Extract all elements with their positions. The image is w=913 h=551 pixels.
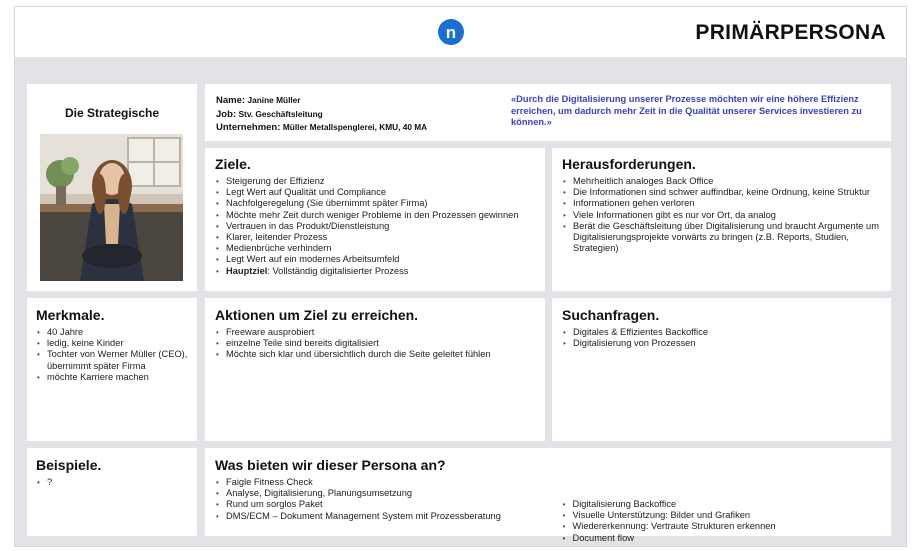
company-value: Müller Metallspenglerei, KMU, 40 MA xyxy=(282,122,428,132)
persona-details: Name: Janine Müller Job: Stv. Geschäftsl… xyxy=(216,94,427,135)
list-item: Freeware ausprobiert xyxy=(215,327,535,338)
list-item: Digitalisierung von Prozessen xyxy=(562,338,881,349)
list-item: Möchte mehr Zeit durch weniger Probleme … xyxy=(215,210,535,221)
list-item: Visuelle Unterstützung: Bilder und Grafi… xyxy=(561,510,881,521)
search-queries-title: Suchanfragen. xyxy=(562,307,660,323)
list-item: Rund um sorglos Paket xyxy=(215,499,561,510)
list-item: Mehrheitlich analoges Back Office xyxy=(562,176,881,187)
list-item: einzelne Teile sind bereits digitalisier… xyxy=(215,338,535,349)
actions-title: Aktionen um Ziel zu erreichen. xyxy=(215,307,419,323)
actions-card: Aktionen um Ziel zu erreichen. Freeware … xyxy=(205,298,545,441)
list-item: Legt Wert auf ein modernes Arbeitsumfeld xyxy=(215,254,535,265)
list-item: Klarer, leitender Prozess xyxy=(215,232,535,243)
list-item: Informationen gehen verloren xyxy=(562,198,881,209)
header: n PRIMÄRPERSONA xyxy=(15,7,906,58)
list-item: Medienbrüche verhindern xyxy=(215,243,535,254)
traits-title: Merkmale. xyxy=(36,307,105,323)
actions-list: Freeware ausprobiert einzelne Teile sind… xyxy=(215,327,535,361)
list-item: Berät die Geschäftsleitung über Digitali… xyxy=(562,221,881,255)
name-value: Janine Müller xyxy=(247,95,301,105)
challenges-card: Herausforderungen. Mehrheitlich analoges… xyxy=(552,148,891,291)
goals-title: Ziele. xyxy=(215,156,251,172)
list-item: Faigle Fitness Check xyxy=(215,477,561,488)
examples-title: Beispiele. xyxy=(36,457,102,473)
job-label: Job: xyxy=(216,108,237,120)
main-goal-item: Hauptziel: Vollständig digitalisierter P… xyxy=(215,266,535,277)
list-item: Tochter von Werner Müller (CEO), übernim… xyxy=(36,349,188,371)
search-queries-list: Digitales & Effizientes Backoffice Digit… xyxy=(562,327,881,350)
name-label: Name: xyxy=(216,95,246,106)
brand-logo-icon: n xyxy=(438,19,464,45)
list-item: ? xyxy=(36,477,188,488)
list-item: Analyse, Digitalisierung, Planungsumsetz… xyxy=(215,488,561,499)
list-item: Digitalisierung Backoffice xyxy=(561,499,881,510)
offerings-list-left: Faigle Fitness Check Analyse, Digitalisi… xyxy=(215,477,561,544)
list-item: Wiedererkennung: Vertraute Strukturen er… xyxy=(561,521,881,532)
list-item: Document flow xyxy=(561,533,881,544)
list-item: möchte Karriere machen xyxy=(36,372,188,383)
list-item: Die Informationen sind schwer auffindbar… xyxy=(562,187,881,198)
offerings-list-right: Digitalisierung Backoffice Visuelle Unte… xyxy=(561,477,881,544)
job-row: Job: Stv. Geschäftsleitung xyxy=(216,108,427,122)
page-title: PRIMÄRPERSONA xyxy=(695,21,886,44)
list-item: Steigerung der Effizienz xyxy=(215,176,535,187)
persona-quote: «Durch die Digitalisierung unserer Proze… xyxy=(511,94,862,127)
search-queries-card: Suchanfragen. Digitales & Effizientes Ba… xyxy=(552,298,891,441)
company-row: Unternehmen: Müller Metallspenglerei, KM… xyxy=(216,121,427,135)
persona-photo-illustration xyxy=(40,134,183,281)
main-goal-text: : Vollständig digitalisierter Prozess xyxy=(267,265,409,276)
goals-card: Ziele. Steigerung der Effizienz Legt Wer… xyxy=(205,148,545,291)
traits-card: Merkmale. 40 Jahre ledig, keine Kinder T… xyxy=(27,298,197,441)
job-value: Stv. Geschäftsleitung xyxy=(238,108,323,119)
persona-board: n PRIMÄRPERSONA Die Strategische Name: J… xyxy=(14,6,907,547)
challenges-title: Herausforderungen. xyxy=(562,156,696,172)
persona-label: Die Strategische xyxy=(64,106,160,120)
list-item: ledig, keine Kinder xyxy=(36,338,188,349)
list-item: Digitales & Effizientes Backoffice xyxy=(562,327,881,338)
list-item: Möchte sich klar und übersichtlich durch… xyxy=(215,349,535,360)
list-item: Nachfolgeregelung (Sie übernimmt später … xyxy=(215,198,535,209)
company-label: Unternehmen: xyxy=(216,122,281,133)
offerings-card: Was bieten wir dieser Persona an? Faigle… xyxy=(205,448,891,544)
traits-list: 40 Jahre ledig, keine Kinder Tochter von… xyxy=(36,327,188,383)
persona-info-card: Name: Janine Müller Job: Stv. Geschäftsl… xyxy=(205,84,891,141)
examples-card: Beispiele. ? xyxy=(27,448,197,536)
list-item: DMS/ECM – Dokument Management System mit… xyxy=(215,511,561,522)
offerings-title: Was bieten wir dieser Persona an? xyxy=(215,457,446,473)
challenges-list: Mehrheitlich analoges Back Office Die In… xyxy=(562,176,881,254)
persona-photo xyxy=(40,134,183,281)
main-goal-label: Hauptziel xyxy=(226,265,268,276)
list-item: Legt Wert auf Qualität und Compliance xyxy=(215,187,535,198)
list-item: Vertrauen in das Produkt/Dienstleistung xyxy=(215,221,535,232)
offerings-columns: Faigle Fitness Check Analyse, Digitalisi… xyxy=(215,477,881,544)
goals-list: Steigerung der Effizienz Legt Wert auf Q… xyxy=(215,176,535,277)
examples-list: ? xyxy=(36,477,188,488)
name-row: Name: Janine Müller xyxy=(216,94,427,108)
list-item: 40 Jahre xyxy=(36,327,188,338)
persona-photo-card: Die Strategische xyxy=(27,84,197,291)
list-item: Viele Informationen gibt es nur vor Ort,… xyxy=(562,210,881,221)
